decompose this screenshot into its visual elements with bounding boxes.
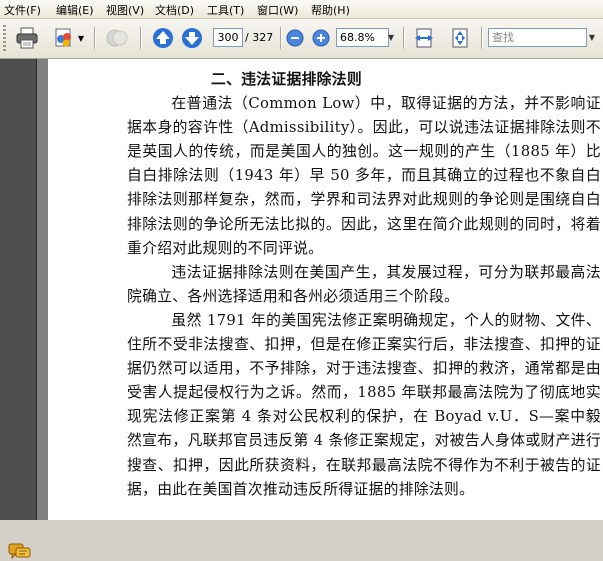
fit-width-button[interactable] [410,24,438,52]
toolbar-grip[interactable] [3,25,6,51]
fit-page-icon [452,28,468,48]
menu-tools[interactable]: 工具(T) [207,2,244,18]
separator [280,27,282,49]
document-page: 二、违法证据排除法则 在普通法（Common Low）中，取得证据的方法，并不影… [48,59,603,520]
collaborate-icon [55,28,71,47]
comments-icon[interactable] [8,543,32,561]
paragraph: 在普通法（Common Low）中，取得证据的方法，并不影响证据本身的容许性（A… [127,95,601,257]
menu-window[interactable]: 窗口(W) [257,2,298,18]
separator [481,27,483,49]
chevron-down-icon[interactable]: ▼ [385,28,397,47]
chevron-down-icon: ▼ [77,33,85,43]
fit-page-button[interactable] [446,24,474,52]
print-icon [16,27,38,49]
menu-bar: 文件(F) 编辑(E) 视图(V) 文档(D) 工具(T) 窗口(W) 帮助(H… [0,0,603,19]
separator [403,27,405,49]
arrow-up-icon [153,28,173,48]
document-viewport[interactable]: 二、违法证据排除法则 在普通法（Common Low）中，取得证据的方法，并不影… [37,59,603,520]
menu-edit[interactable]: 编辑(E) [56,2,94,18]
zoom-in-button[interactable] [310,24,332,52]
navigation-panel [0,59,37,560]
plus-icon [312,29,330,47]
page-total: / 327 [245,31,274,44]
print-button[interactable] [12,24,42,52]
chevron-down-icon[interactable]: ▼ [586,28,598,47]
next-page-button[interactable] [180,24,204,52]
minus-icon [286,29,304,47]
menu-file[interactable]: 文件(F) [4,2,41,18]
document-text: 二、违法证据排除法则 在普通法（Common Low）中，取得证据的方法，并不影… [127,68,601,502]
arrow-down-icon [182,28,202,48]
zoom-out-button[interactable] [284,24,306,52]
previous-page-button[interactable] [151,24,175,52]
page-number-input[interactable]: 300 [213,28,243,47]
fit-width-icon [415,28,433,48]
separator [140,27,142,49]
separator [94,27,96,49]
paragraph: 虽然 1791 年的美国宪法修正案明确规定，个人的财物、文件、住所不受非法搜查、… [127,311,601,498]
section-heading: 二、违法证据排除法则 [211,71,362,88]
comment-button[interactable] [102,24,132,52]
menu-document[interactable]: 文档(D) [155,2,194,18]
collaborate-button[interactable]: ▼ [48,24,88,52]
menu-help[interactable]: 帮助(H) [311,2,350,18]
comment-icon [106,29,128,47]
menu-view[interactable]: 视图(V) [106,2,144,18]
zoom-level-input[interactable]: 68.8% [336,28,389,47]
search-input[interactable]: 查找 [488,28,587,47]
paragraph: 违法证据排除法则在美国产生，其发展过程，可分为联邦最高法院确立、各州选择适用和各… [127,263,601,305]
